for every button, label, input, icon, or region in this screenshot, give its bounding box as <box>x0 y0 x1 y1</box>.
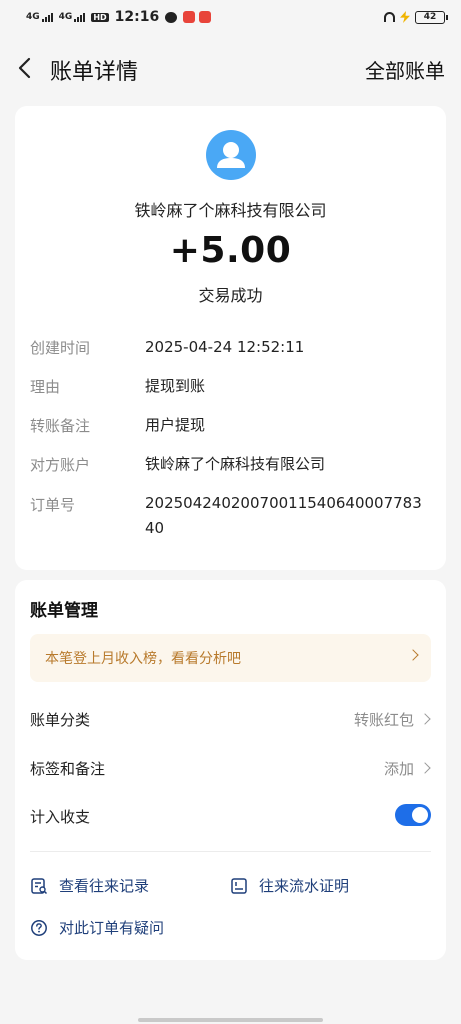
section-title: 账单管理 <box>30 601 98 621</box>
status-time: 12:16 <box>114 9 160 25</box>
transfer-note-value: 用户提现 <box>145 416 206 434</box>
home-indicator[interactable] <box>138 1018 323 1022</box>
page-title: 账单详情 <box>50 60 139 85</box>
chevron-right-icon <box>419 713 431 725</box>
counterparty-value: 铁岭麻了个麻科技有限公司 <box>145 455 326 473</box>
divider <box>30 851 431 852</box>
status-bar: 4G 4G HD 12:16 42 <box>0 0 461 34</box>
headphones-icon <box>384 12 395 22</box>
records-icon <box>31 877 48 894</box>
all-bills-link[interactable]: 全部账单 <box>365 55 445 84</box>
app-notification-icon <box>183 11 196 23</box>
document-icon <box>231 877 247 894</box>
cell-signal-1: 4G <box>26 12 53 22</box>
app-notification-icon-2 <box>199 11 212 23</box>
charging-icon <box>400 11 410 23</box>
chevron-right-icon <box>419 762 431 774</box>
chevron-right-icon <box>407 649 419 661</box>
amount: +5.00 <box>169 230 292 271</box>
transaction-proof-label: 往来流水证明 <box>259 877 350 895</box>
battery-level: 42 <box>423 11 437 22</box>
question-circle-icon <box>31 919 47 936</box>
created-time-label: 创建时间 <box>30 339 91 357</box>
count-in-budget-label: 计入收支 <box>30 808 91 826</box>
reason-value: 提现到账 <box>145 377 206 395</box>
order-number-label: 订单号 <box>30 496 76 514</box>
view-history-label: 查看往来记录 <box>59 877 150 895</box>
hd-indicator: HD <box>91 12 109 22</box>
transaction-proof-link[interactable]: 往来流水证明 <box>230 875 349 896</box>
bill-category-label[interactable]: 账单分类 <box>30 709 90 730</box>
payee-name: 铁岭麻了个麻科技有限公司 <box>134 201 327 220</box>
back-arrow-icon[interactable] <box>14 56 38 80</box>
bill-management-card: 账单管理 本笔登上月收入榜，看看分析吧 账单分类 转账红包 标签和备注 添加 计… <box>15 580 446 960</box>
tags-notes-label[interactable]: 标签和备注 <box>30 758 105 779</box>
transaction-status: 交易成功 <box>198 286 263 305</box>
count-in-budget-toggle[interactable] <box>395 804 431 826</box>
nav-header: 账单详情 全部账单 <box>0 44 461 94</box>
toggle-knob <box>412 807 428 823</box>
bill-category-value[interactable]: 转账红包 <box>354 709 414 730</box>
order-question-label: 对此订单有疑问 <box>59 919 165 937</box>
counterparty-label: 对方账户 <box>30 456 91 474</box>
battery-icon: 42 <box>415 10 448 24</box>
transfer-note-label: 转账备注 <box>30 417 91 435</box>
banner-text: 本笔登上月收入榜，看看分析吧 <box>45 651 241 667</box>
order-number-value: 2025042402007001154064000778340 <box>145 494 422 537</box>
income-ranking-banner[interactable]: 本笔登上月收入榜，看看分析吧 <box>30 634 431 682</box>
reason-label: 理由 <box>30 378 61 396</box>
transaction-card: 铁岭麻了个麻科技有限公司 +5.00 交易成功 创建时间 2025-04-24 … <box>15 106 446 570</box>
payee-avatar <box>206 130 256 180</box>
tags-notes-value[interactable]: 添加 <box>384 758 414 779</box>
created-time-value: 2025-04-24 12:52:11 <box>145 338 305 356</box>
order-question-link[interactable]: 对此订单有疑问 <box>30 917 164 938</box>
cell-signal-2: 4G <box>59 12 86 22</box>
user-icon <box>217 142 245 168</box>
view-history-link[interactable]: 查看往来记录 <box>30 875 149 896</box>
message-notification-icon <box>165 11 178 23</box>
